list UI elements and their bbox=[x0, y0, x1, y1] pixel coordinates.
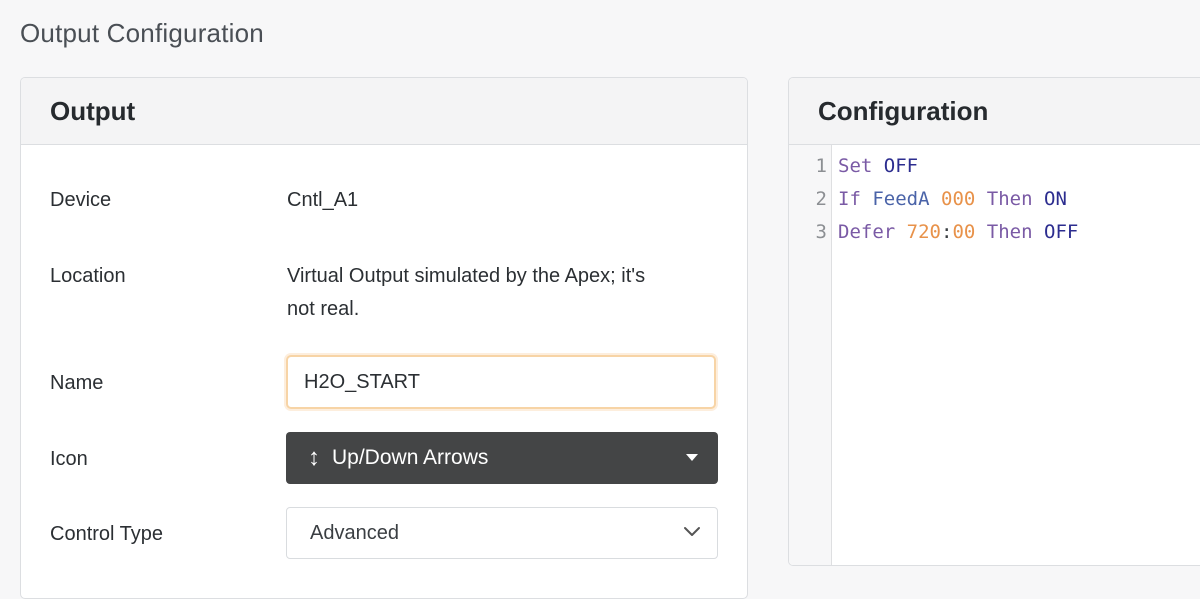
location-value-line1: Virtual Output simulated by the Apex; it… bbox=[287, 265, 646, 287]
code-token: If bbox=[838, 188, 861, 210]
device-label: Device bbox=[50, 189, 112, 211]
device-value: Cntl_A1 bbox=[287, 189, 359, 211]
location-value-line2: not real. bbox=[287, 298, 360, 320]
code-token: 720 bbox=[906, 221, 941, 243]
icon-select-value: Up/Down Arrows bbox=[332, 446, 489, 469]
code-token: 000 bbox=[941, 188, 976, 210]
name-label: Name bbox=[50, 372, 104, 394]
code-token: : bbox=[940, 221, 953, 243]
configuration-card: Configuration 1 Set OFF 2 If FeedA 000 Then… bbox=[788, 77, 1200, 566]
code-text: Defer 720:00 Then OFF bbox=[838, 216, 1078, 249]
line-number: 2 bbox=[815, 188, 827, 210]
control-type-value: Advanced bbox=[310, 521, 399, 544]
configuration-card-title: Configuration bbox=[818, 95, 989, 126]
code-token: FeedA bbox=[872, 188, 930, 210]
code-token: Then bbox=[986, 188, 1033, 210]
line-number: 3 bbox=[815, 221, 827, 243]
configuration-card-header: Configuration bbox=[789, 78, 1200, 145]
icon-label: Icon bbox=[50, 448, 88, 470]
control-type-select[interactable]: Advanced bbox=[286, 507, 718, 559]
code-token: ON bbox=[1044, 188, 1067, 210]
location-value: Virtual Output simulated by the Apex; it… bbox=[287, 260, 645, 326]
name-input[interactable] bbox=[286, 355, 716, 409]
code-token: Then bbox=[986, 221, 1033, 243]
chevron-down-icon bbox=[684, 527, 700, 536]
code-token: OFF bbox=[1044, 221, 1079, 243]
code-text: If FeedA 000 Then ON bbox=[838, 183, 1067, 216]
control-type-label: Control Type bbox=[50, 523, 164, 545]
up-down-arrows-icon: ↕ bbox=[308, 444, 320, 471]
output-card-title: Output bbox=[50, 95, 136, 126]
caret-down-icon bbox=[686, 454, 698, 461]
output-card: Output Device Cntl_A1 Location Virtual O… bbox=[20, 77, 748, 599]
output-card-header: Output bbox=[21, 78, 747, 145]
page-title: Output Configuration bbox=[20, 18, 264, 48]
code-token: OFF bbox=[883, 155, 919, 177]
code-editor[interactable]: 1 Set OFF 2 If FeedA 000 Then ON 3 Defer 720:… bbox=[789, 145, 1200, 565]
code-token: 00 bbox=[952, 221, 976, 243]
location-label: Location bbox=[50, 265, 126, 287]
code-text: Set OFF bbox=[838, 150, 918, 183]
line-number: 1 bbox=[815, 155, 827, 177]
icon-select[interactable]: ↕ Up/Down Arrows bbox=[286, 432, 718, 484]
code-token: Defer bbox=[838, 221, 896, 243]
code-token: Set bbox=[838, 155, 873, 177]
